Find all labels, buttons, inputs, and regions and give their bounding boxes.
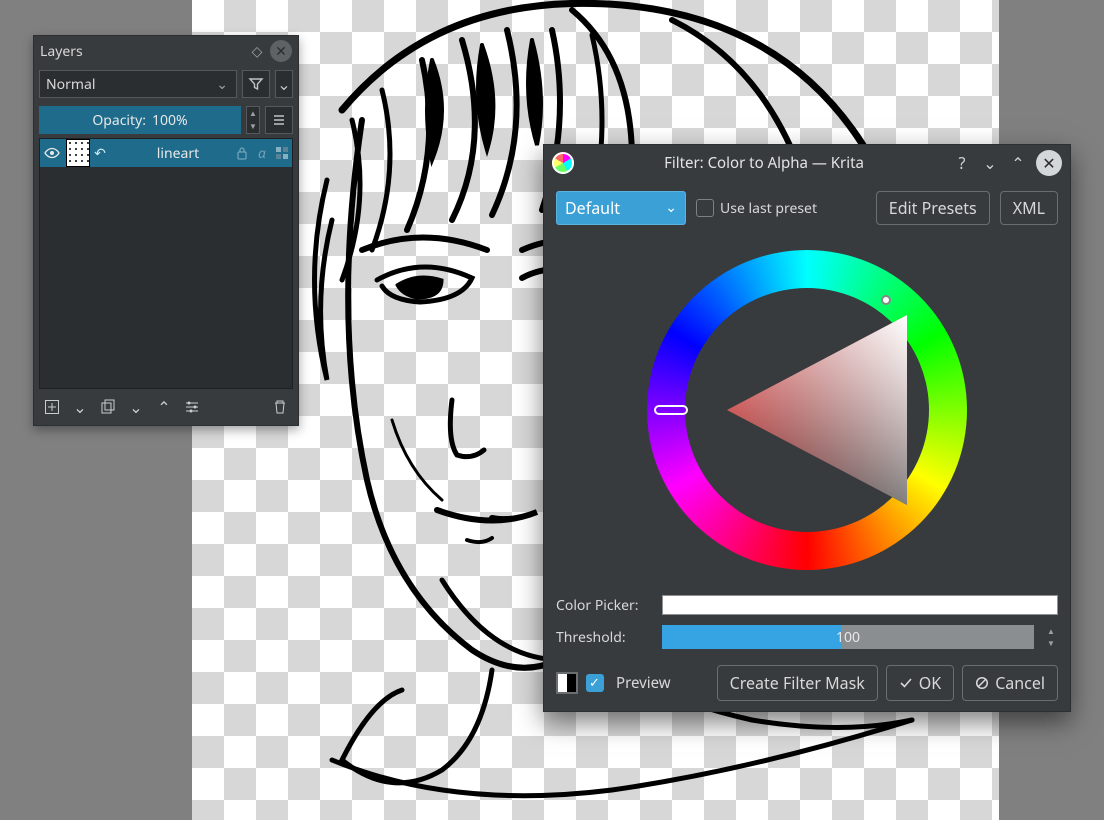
- cancel-button[interactable]: Cancel: [962, 665, 1058, 701]
- blend-mode-select[interactable]: Normal: [39, 70, 237, 98]
- opacity-value: 100%: [152, 111, 188, 130]
- duplicate-icon: [100, 399, 116, 415]
- layer-list[interactable]: ↶ lineart α: [39, 138, 293, 389]
- blend-mode-value: Normal: [46, 75, 95, 94]
- checkbox-icon: [586, 674, 604, 692]
- threshold-slider[interactable]: 100: [662, 625, 1034, 649]
- krita-app-icon: [552, 152, 574, 174]
- lock-icon[interactable]: [232, 139, 252, 167]
- opacity-slider[interactable]: Opacity: 100%: [39, 106, 241, 134]
- checkbox-icon: [696, 199, 714, 217]
- move-layer-up-button[interactable]: ⌃: [152, 395, 176, 419]
- cancel-icon: [975, 676, 989, 690]
- create-filter-mask-button[interactable]: Create Filter Mask: [717, 665, 878, 701]
- layers-panel: Layers ◇ ✕ Normal ⌄ Opacity: 100% ▲▼ ↶ l…: [33, 35, 299, 426]
- color-wheel[interactable]: [647, 250, 967, 570]
- preset-value: Default: [565, 197, 620, 219]
- layer-link-icon[interactable]: ↶: [92, 139, 108, 167]
- visibility-toggle[interactable]: [40, 139, 64, 167]
- add-layer-menu-button[interactable]: ⌄: [68, 395, 92, 419]
- preview-before-after-icon[interactable]: [556, 672, 578, 694]
- list-icon: [272, 113, 286, 127]
- color-picker-swatch[interactable]: [662, 595, 1058, 615]
- xml-label: XML: [1013, 197, 1045, 219]
- layer-name[interactable]: lineart: [108, 139, 232, 167]
- preset-select[interactable]: Default: [556, 191, 686, 225]
- preview-checkbox[interactable]: Preview: [586, 673, 671, 693]
- ok-button[interactable]: OK: [886, 665, 954, 701]
- layer-filter-menu-button[interactable]: ⌄: [275, 70, 293, 98]
- layers-panel-title: Layers: [40, 42, 244, 61]
- layers-bottom-bar: ⌄ ⌄ ⌃: [34, 389, 298, 425]
- ok-label: OK: [919, 672, 941, 694]
- threshold-label: Threshold:: [556, 628, 652, 647]
- color-triangle[interactable]: [722, 310, 922, 510]
- layer-properties-button[interactable]: [180, 395, 204, 419]
- check-icon: [899, 676, 913, 690]
- layer-filter-button[interactable]: [242, 70, 270, 98]
- plus-box-icon: [44, 399, 60, 415]
- edit-presets-button[interactable]: Edit Presets: [876, 191, 990, 225]
- delete-layer-button[interactable]: [268, 395, 292, 419]
- add-layer-button[interactable]: [40, 395, 64, 419]
- create-filter-mask-label: Create Filter Mask: [730, 672, 865, 694]
- inherit-alpha-icon[interactable]: [272, 139, 292, 167]
- panel-close-icon[interactable]: ✕: [270, 40, 292, 62]
- trash-icon: [272, 399, 288, 415]
- funnel-icon: [248, 76, 264, 92]
- cancel-label: Cancel: [995, 672, 1045, 694]
- chevron-up-icon[interactable]: ⌃: [1004, 149, 1032, 177]
- alpha-lock-icon[interactable]: α: [252, 139, 272, 167]
- dialog-close-button[interactable]: ✕: [1036, 150, 1062, 176]
- hue-marker[interactable]: [654, 405, 688, 415]
- use-last-preset-checkbox[interactable]: Use last preset: [696, 199, 817, 218]
- dialog-title: Filter: Color to Alpha — Krita: [580, 153, 948, 173]
- edit-presets-label: Edit Presets: [889, 197, 977, 219]
- eye-icon: [44, 145, 60, 161]
- sliders-icon: [184, 399, 200, 415]
- layer-item[interactable]: ↶ lineart α: [40, 139, 292, 167]
- layer-thumbnail[interactable]: [66, 139, 90, 167]
- opacity-spinner[interactable]: ▲▼: [246, 106, 260, 134]
- use-last-preset-label: Use last preset: [720, 199, 817, 218]
- threshold-value: 100: [836, 628, 860, 647]
- help-button[interactable]: ?: [948, 149, 976, 177]
- move-layer-down-button[interactable]: ⌄: [124, 395, 148, 419]
- opacity-options-button[interactable]: [265, 106, 293, 134]
- color-picker-label: Color Picker:: [556, 596, 652, 615]
- xml-button[interactable]: XML: [1000, 191, 1058, 225]
- chevron-down-icon[interactable]: ⌄: [976, 149, 1004, 177]
- sv-marker[interactable]: [881, 295, 891, 305]
- preview-label: Preview: [616, 673, 671, 693]
- opacity-label: Opacity:: [92, 111, 146, 130]
- threshold-spinner[interactable]: ▲▼: [1044, 625, 1058, 649]
- filter-dialog: Filter: Color to Alpha — Krita ? ⌄ ⌃ ✕ D…: [543, 144, 1071, 712]
- duplicate-layer-button[interactable]: [96, 395, 120, 419]
- dialog-titlebar[interactable]: Filter: Color to Alpha — Krita ? ⌄ ⌃ ✕: [544, 145, 1070, 181]
- panel-float-icon[interactable]: ◇: [248, 42, 266, 60]
